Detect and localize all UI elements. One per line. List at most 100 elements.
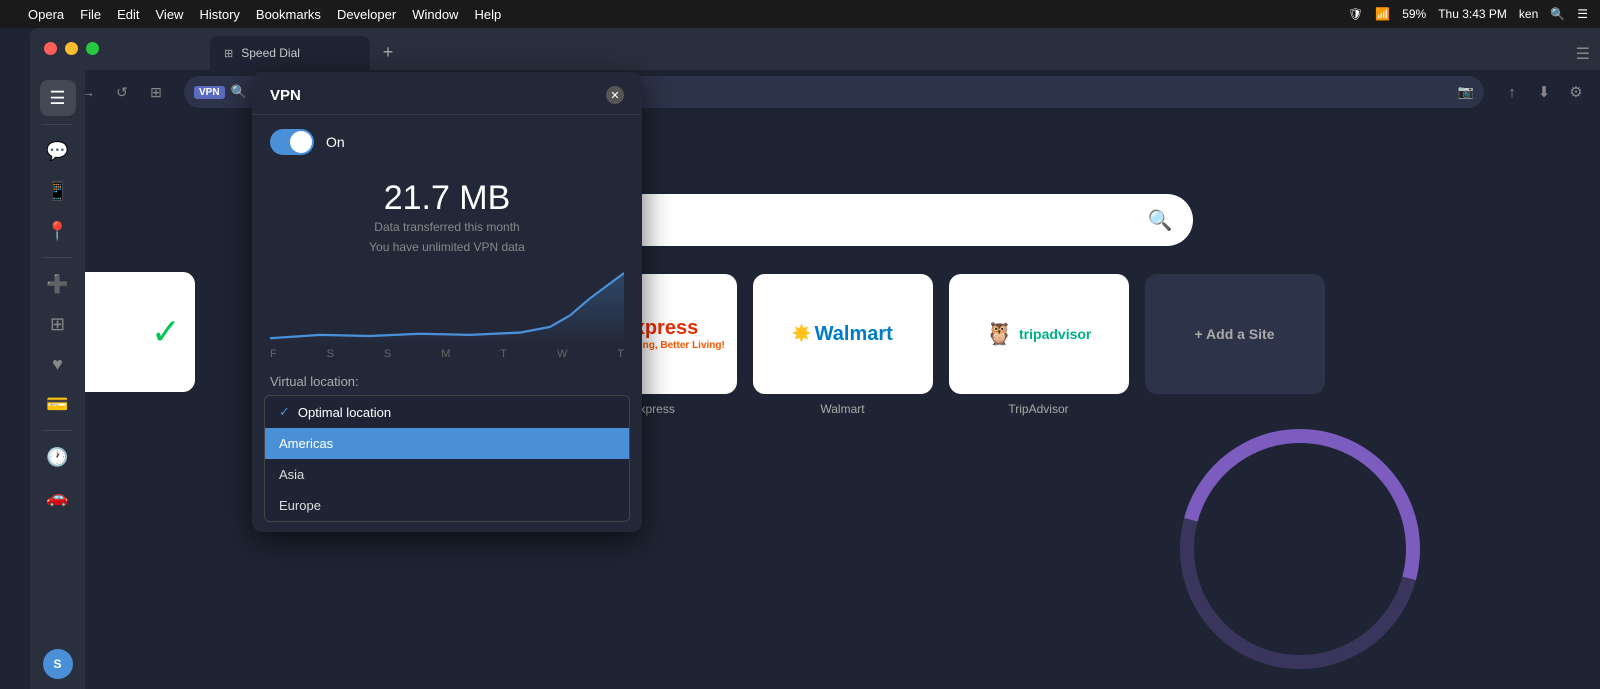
background-circle-decoration bbox=[1136, 385, 1464, 689]
tripadvisor-text: tripadvisor bbox=[1019, 326, 1091, 342]
tripadvisor-tile[interactable]: 🦉 tripadvisor bbox=[949, 274, 1129, 394]
sidebar-divider-1 bbox=[43, 124, 73, 125]
walmart-tile[interactable]: ✸ Walmart bbox=[753, 274, 933, 394]
check-icon: ✓ bbox=[279, 404, 290, 420]
reload-button[interactable]: ↺ bbox=[108, 78, 136, 106]
avatar[interactable]: S bbox=[43, 649, 73, 679]
dropdown-item-americas[interactable]: Americas bbox=[265, 428, 629, 459]
sidebar-item-whatsapp[interactable]: 📱 bbox=[40, 173, 76, 209]
vpn-data-amount: 21.7 MB bbox=[270, 179, 624, 218]
menu-opera[interactable]: Opera bbox=[28, 7, 64, 22]
vpn-badge[interactable]: VPN bbox=[194, 86, 225, 99]
menu-view[interactable]: View bbox=[156, 7, 184, 22]
time-display: Thu 3:43 PM bbox=[1438, 7, 1507, 21]
sidebar-divider-3 bbox=[43, 430, 73, 431]
dropdown-asia-label: Asia bbox=[279, 467, 304, 482]
toggle-knob bbox=[290, 131, 312, 153]
share-button[interactable]: ↑ bbox=[1498, 78, 1526, 106]
camera-icon[interactable]: 📷 bbox=[1458, 84, 1474, 100]
dropdown-europe-label: Europe bbox=[279, 498, 321, 513]
battery-text: 59% bbox=[1402, 7, 1426, 21]
chart-day-f: F bbox=[270, 348, 277, 360]
tab-grid-icon: ⊞ bbox=[224, 47, 233, 60]
walmart-spark-icon: ✸ bbox=[792, 321, 810, 347]
speed-dial-tab[interactable]: ⊞ Speed Dial bbox=[210, 36, 370, 70]
partial-left-tile: ✓ bbox=[85, 272, 195, 392]
vpn-panel: VPN ✕ On 21.7 MB Data transferred this m… bbox=[252, 72, 642, 532]
menu-developer[interactable]: Developer bbox=[337, 7, 396, 22]
walmart-logo: ✸ Walmart bbox=[792, 321, 893, 347]
walmart-text: Walmart bbox=[815, 323, 893, 346]
menu-file[interactable]: File bbox=[80, 7, 101, 22]
sidebar-item-wallet[interactable]: 💳 bbox=[40, 386, 76, 422]
add-site-label: + Add a Site bbox=[1194, 326, 1274, 342]
minimize-button[interactable] bbox=[65, 42, 78, 55]
browser-window: ⊞ Speed Dial + ☰ ← → ↺ ⊞ VPN 🔍 📷 ↑ ⬇ ⚙ ☰… bbox=[30, 28, 1600, 689]
chart-day-s2: S bbox=[384, 348, 391, 360]
dropdown-optimal-label: Optimal location bbox=[298, 405, 391, 420]
walmart-label: Walmart bbox=[820, 402, 864, 416]
speed-dial-tripadvisor[interactable]: 🦉 tripadvisor TripAdvisor bbox=[949, 274, 1129, 416]
menu-history[interactable]: History bbox=[199, 7, 239, 22]
antivirus-icon: 🛡 bbox=[1348, 7, 1363, 21]
sidebar-item-messenger[interactable]: 💬 bbox=[40, 133, 76, 169]
close-button[interactable] bbox=[44, 42, 57, 55]
vpn-panel-close-button[interactable]: ✕ bbox=[606, 86, 624, 104]
vpn-toggle[interactable] bbox=[270, 129, 314, 155]
tab-label: Speed Dial bbox=[241, 46, 300, 60]
fullscreen-button[interactable] bbox=[86, 42, 99, 55]
sidebar-item-history[interactable]: 🕐 bbox=[40, 439, 76, 475]
chart-day-m: M bbox=[441, 348, 450, 360]
tripadvisor-owl-icon: 🦉 bbox=[986, 321, 1013, 347]
sidebar-settings-button[interactable]: ⚙ bbox=[1562, 78, 1590, 106]
add-site-tile[interactable]: + Add a Site bbox=[1145, 274, 1325, 394]
grid-view-button[interactable]: ⊞ bbox=[142, 78, 170, 106]
sidebar-item-heart[interactable]: ♥ bbox=[40, 346, 76, 382]
page-search-icon[interactable]: 🔍 bbox=[1148, 208, 1173, 233]
chart-day-s1: S bbox=[327, 348, 334, 360]
wifi-icon: 📶 bbox=[1375, 7, 1390, 21]
dropdown-item-europe[interactable]: Europe bbox=[265, 490, 629, 521]
vpn-chart-svg bbox=[270, 264, 624, 344]
menu-edit[interactable]: Edit bbox=[117, 7, 139, 22]
menu-help[interactable]: Help bbox=[474, 7, 501, 22]
vpn-data-section: 21.7 MB Data transferred this month You … bbox=[252, 169, 642, 254]
vpn-toggle-row: On bbox=[252, 115, 642, 169]
tripadvisor-logo: 🦉 tripadvisor bbox=[986, 321, 1092, 347]
left-sidebar: ☰ 💬 📱 📍 ➕ ⊞ ♥ 💳 🕐 🚗 S bbox=[30, 70, 85, 689]
vpn-location-dropdown[interactable]: ✓ Optimal location Americas Asia Europe bbox=[264, 395, 630, 522]
search-icon[interactable]: 🔍 bbox=[1550, 7, 1565, 21]
checkmark-icon: ✓ bbox=[151, 311, 195, 353]
speed-dial-walmart[interactable]: ✸ Walmart Walmart bbox=[753, 274, 933, 416]
chart-day-w: W bbox=[557, 348, 567, 360]
sidebar-item-menu[interactable]: ☰ bbox=[40, 80, 76, 116]
address-search-icon: 🔍 bbox=[231, 84, 247, 100]
chart-day-t2: T bbox=[617, 348, 624, 360]
menu-bar: Opera File Edit View History Bookmarks D… bbox=[0, 0, 1600, 28]
controls-icon[interactable]: ☰ bbox=[1577, 7, 1588, 21]
vpn-chart bbox=[252, 254, 642, 344]
toolbar-right: ↑ ⬇ ⚙ bbox=[1498, 78, 1590, 106]
download-button[interactable]: ⬇ bbox=[1530, 78, 1558, 106]
dropdown-item-optimal[interactable]: ✓ Optimal location bbox=[265, 396, 629, 428]
dropdown-item-asia[interactable]: Asia bbox=[265, 459, 629, 490]
new-tab-button[interactable]: + bbox=[374, 38, 402, 66]
speed-dial-add[interactable]: + Add a Site bbox=[1145, 274, 1325, 416]
sidebar-item-add[interactable]: ➕ bbox=[40, 266, 76, 302]
chart-day-t1: T bbox=[500, 348, 507, 360]
tripadvisor-label: TripAdvisor bbox=[1008, 402, 1068, 416]
sidebar-divider-2 bbox=[43, 257, 73, 258]
menu-bar-left: Opera File Edit View History Bookmarks D… bbox=[12, 7, 501, 22]
sidebar-item-apps[interactable]: ⊞ bbox=[40, 306, 76, 342]
tab-menu-icon[interactable]: ☰ bbox=[1576, 46, 1590, 63]
menu-bar-right: 🛡 📶 59% Thu 3:43 PM ken 🔍 ☰ bbox=[1348, 7, 1588, 21]
tab-bar: ⊞ Speed Dial + ☰ bbox=[30, 28, 1600, 70]
sidebar-item-car[interactable]: 🚗 bbox=[40, 479, 76, 515]
vpn-unlimited-text: You have unlimited VPN data bbox=[270, 240, 624, 254]
user-name: ken bbox=[1519, 7, 1538, 21]
vpn-panel-header: VPN ✕ bbox=[252, 72, 642, 115]
menu-bookmarks[interactable]: Bookmarks bbox=[256, 7, 321, 22]
sidebar-item-location[interactable]: 📍 bbox=[40, 213, 76, 249]
menu-window[interactable]: Window bbox=[412, 7, 458, 22]
vpn-toggle-label: On bbox=[326, 134, 345, 150]
